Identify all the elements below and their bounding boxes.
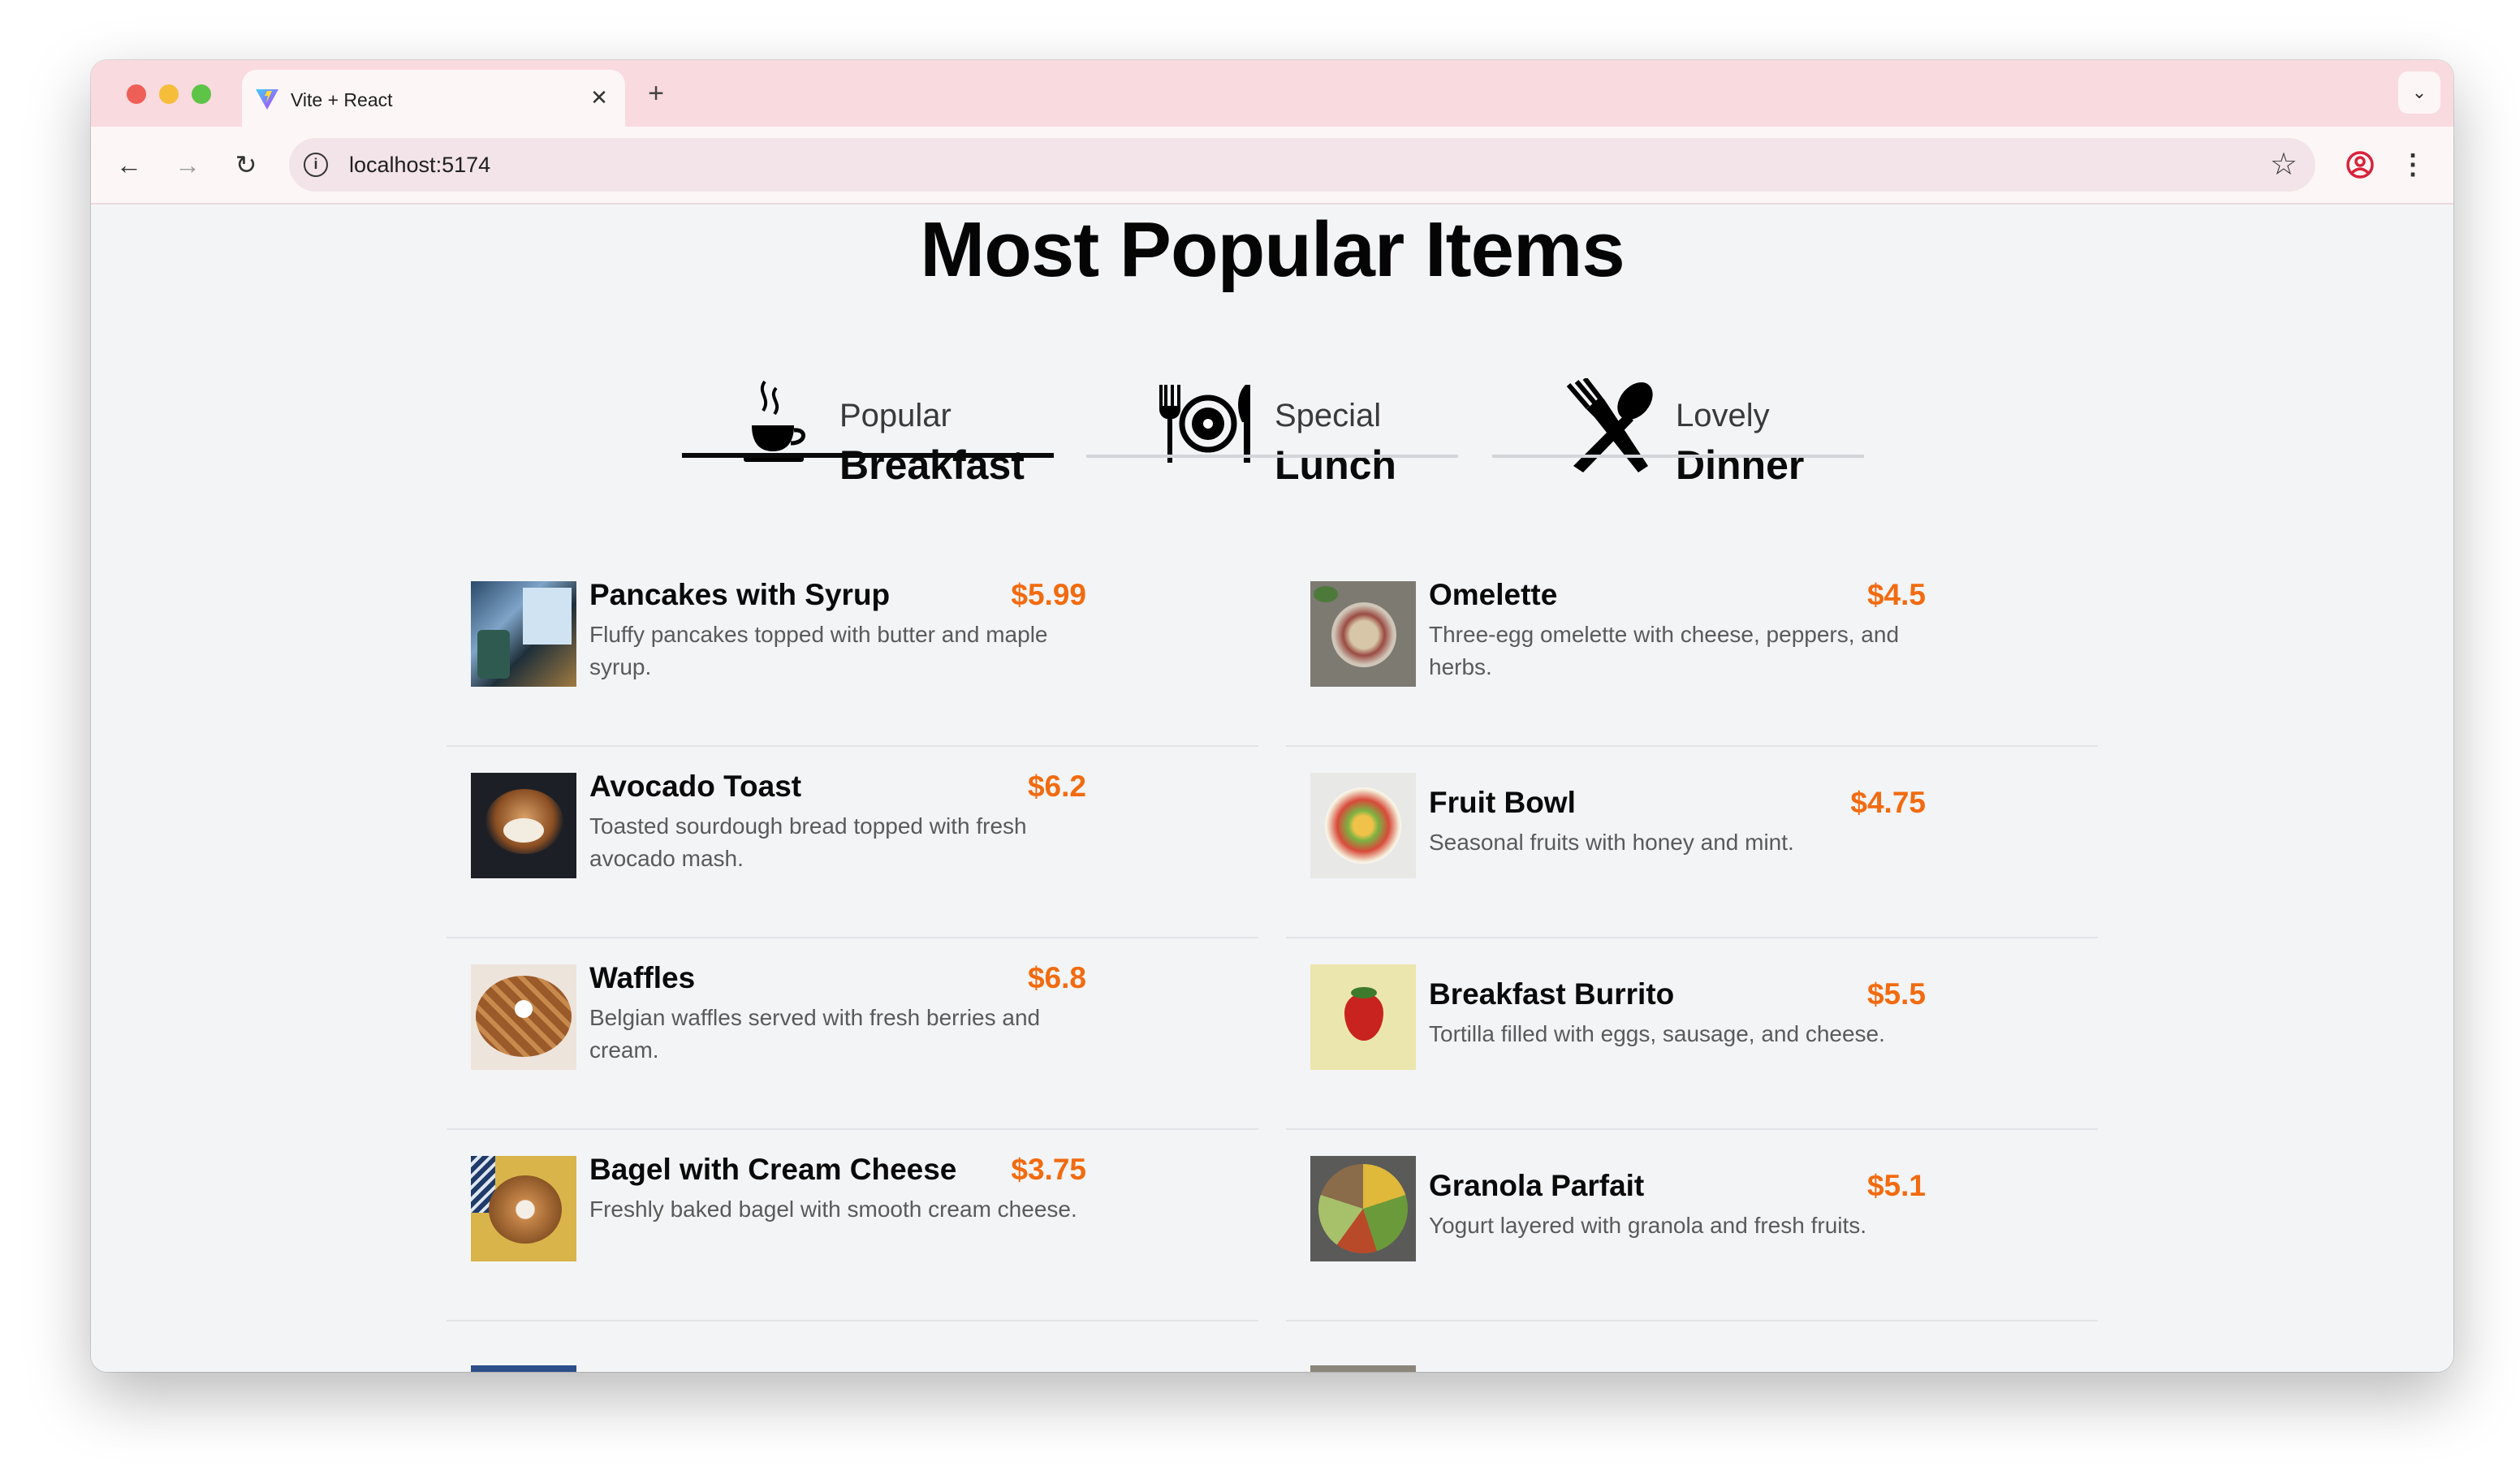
item-name: Breakfast Burrito <box>1429 977 1675 1011</box>
item-photo <box>471 773 576 878</box>
tab-title: Vite + React <box>291 89 393 110</box>
item-description: Tortilla filled with eggs, sausage, and … <box>1429 1021 1885 1046</box>
tab-dinner-subtitle: Lovely <box>1676 398 1770 433</box>
item-name: Bagel with Cream Cheese <box>589 1153 957 1186</box>
active-tab-indicator <box>682 453 1054 458</box>
vite-logo-icon <box>256 89 278 110</box>
menu-item[interactable]: Avocado Toast $6.2 Toasted sourdough bre… <box>447 747 1258 938</box>
item-photo <box>1310 773 1416 878</box>
forward-button[interactable]: → <box>169 146 206 183</box>
item-photo <box>1310 581 1416 687</box>
menu-item[interactable]: Omelette $4.5 Three-egg omelette with ch… <box>1286 555 2098 747</box>
item-price: $6.2 <box>1027 770 1086 803</box>
menu-item[interactable]: Granola Parfait $5.1 Yogurt layered with… <box>1286 1130 2098 1322</box>
address-bar[interactable]: i localhost:5174 ☆ <box>289 138 2315 192</box>
item-price: $5.5 <box>1866 977 1926 1011</box>
tab-lunch[interactable]: Special Lunch <box>1086 383 1458 488</box>
item-price: $3.75 <box>1011 1153 1086 1186</box>
item-description: Fluffy pancakes topped with butter and m… <box>589 622 1048 679</box>
tab-breakfast-title: Breakfast <box>839 442 1025 488</box>
item-description: Yogurt layered with granola and fresh fr… <box>1429 1213 1867 1238</box>
item-name: Pancakes with Syrup <box>589 578 891 611</box>
item-photo-partial <box>1310 1365 1416 1372</box>
site-info-icon[interactable]: i <box>304 153 328 177</box>
browser-window: Vite + React ✕ + ⌄ ← → ↻ i localhost:517… <box>91 60 2453 1372</box>
item-name: Omelette <box>1429 578 1558 611</box>
menu-item[interactable]: Fruit Bowl $4.75 Seasonal fruits with ho… <box>1286 747 2098 938</box>
item-photo-partial <box>471 1365 576 1372</box>
crossed-fork-spoon-icon <box>1566 378 1653 472</box>
reload-button[interactable]: ↻ <box>227 146 265 183</box>
tab-dinner[interactable]: Lovely Dinner <box>1492 378 1864 488</box>
item-name: Waffles <box>589 961 696 994</box>
item-photo <box>471 581 576 687</box>
menu-item[interactable]: Waffles $6.8 Belgian waffles served with… <box>447 938 1258 1130</box>
close-tab-icon[interactable]: ✕ <box>585 83 614 112</box>
url-text[interactable]: localhost:5174 <box>349 153 490 178</box>
item-photo <box>1310 964 1416 1070</box>
item-price: $5.1 <box>1866 1169 1926 1202</box>
item-description: Toasted sourdough bread topped with fres… <box>589 813 1027 871</box>
item-description: Freshly baked bagel with smooth cream ch… <box>589 1197 1077 1222</box>
tab-breakfast-subtitle: Popular <box>839 398 951 433</box>
menu-item[interactable]: Bagel with Cream Cheese $3.75 Freshly ba… <box>447 1130 1258 1322</box>
item-price: $4.75 <box>1850 786 1926 819</box>
plate-fork-knife-icon <box>1159 385 1250 463</box>
bookmark-star-icon[interactable]: ☆ <box>2270 146 2298 183</box>
maximize-window-button[interactable] <box>192 84 211 104</box>
item-description: Three-egg omelette with cheese, peppers,… <box>1429 622 1900 679</box>
tab-search-button[interactable]: ⌄ <box>2398 71 2440 114</box>
minimize-window-button[interactable] <box>159 84 179 104</box>
item-name: Granola Parfait <box>1429 1169 1645 1202</box>
menu-item[interactable]: Breakfast Burrito $5.5 Tortilla filled w… <box>1286 938 2098 1130</box>
item-price: $6.8 <box>1027 961 1086 994</box>
back-button[interactable]: ← <box>110 146 148 183</box>
item-name: Fruit Bowl <box>1429 786 1576 819</box>
tab-lunch-subtitle: Special <box>1275 398 1382 433</box>
browser-tab[interactable]: Vite + React ✕ <box>242 70 625 127</box>
item-photo <box>471 1156 576 1261</box>
item-photo <box>471 964 576 1070</box>
item-description: Belgian waffles served with fresh berrie… <box>589 1005 1041 1063</box>
item-price: $5.99 <box>1011 578 1086 611</box>
item-description: Seasonal fruits with honey and mint. <box>1429 830 1794 855</box>
browser-menu-button[interactable]: ⋮ <box>2397 146 2429 183</box>
tab-lunch-title: Lunch <box>1275 442 1396 488</box>
new-tab-button[interactable]: + <box>640 78 672 110</box>
browser-toolbar: ← → ↻ i localhost:5174 ☆ ⋮ <box>91 127 2453 205</box>
item-photo <box>1310 1156 1416 1261</box>
close-window-button[interactable] <box>127 84 146 104</box>
tab-dinner-title: Dinner <box>1676 442 1805 488</box>
tab-breakfast[interactable]: Popular Breakfast <box>682 380 1054 488</box>
item-name: Avocado Toast <box>589 770 802 803</box>
item-price: $4.5 <box>1866 578 1926 611</box>
tab-strip: Vite + React ✕ + ⌄ <box>91 60 2453 127</box>
profile-icon[interactable] <box>2340 144 2380 185</box>
page-content: Most Popular Items Popular Breakfast Spe… <box>91 205 2453 1372</box>
page-title: Most Popular Items <box>920 206 1625 293</box>
menu-item[interactable]: Pancakes with Syrup $5.99 Fluffy pancake… <box>447 555 1258 747</box>
